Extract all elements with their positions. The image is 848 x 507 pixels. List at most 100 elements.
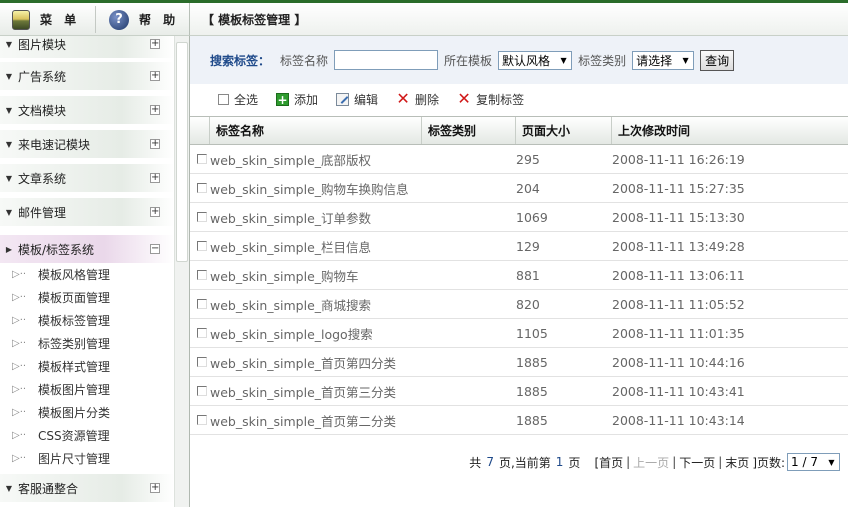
tag-name-cell[interactable]: web_skin_simple_首页第四分类 — [210, 353, 422, 372]
table-row[interactable]: web_skin_simple_栏目信息 129 2008-11-11 13:49:… — [190, 232, 848, 261]
page-size-cell: 204 — [516, 180, 540, 196]
col-tag-category[interactable]: 标签类别 — [422, 117, 516, 144]
expand-icon[interactable]: + — [150, 483, 160, 493]
sidebar-group-call-notes[interactable]: ▼ 来电速记模块 + — [0, 130, 174, 158]
row-checkbox-cell — [190, 386, 210, 396]
sidebar-item-image-sizes[interactable]: ▷·· 图片尺寸管理 — [0, 447, 174, 470]
tag-name-cell[interactable]: web_skin_simple_栏目信息 — [210, 237, 422, 256]
pagination: 共 7 页,当前第 1 页 [首页 | 上一页 | 下一页 | 末页 ]页数: … — [190, 448, 848, 476]
sidebar-group-documents[interactable]: ▼ 文档模块 + — [0, 96, 174, 124]
col-page-size[interactable]: 页面大小 — [516, 117, 612, 144]
template-select[interactable]: 默认风格 ▼ — [498, 50, 573, 70]
sidebar-group-customer-service[interactable]: ▼ 客服通整合 + — [0, 474, 174, 502]
category-select[interactable]: 请选择 ▼ — [632, 50, 695, 70]
checkbox[interactable] — [218, 93, 229, 105]
tag-name-cell[interactable]: web_skin_simple_logo搜索 — [210, 324, 422, 343]
sidebar-item-image-categories[interactable]: ▷·· 模板图片分类 — [0, 401, 174, 424]
row-checkbox[interactable] — [197, 357, 207, 367]
page-size-cell: 1885 — [516, 354, 548, 370]
scrollbar-thumb[interactable] — [176, 42, 188, 262]
add-icon: + — [276, 92, 290, 107]
sidebar-item-template-css[interactable]: ▷·· 模板样式管理 — [0, 355, 174, 378]
modified-time-cell: 2008-11-11 16:26:19 — [612, 151, 745, 167]
help-button[interactable]: ? 帮 助 — [109, 3, 179, 36]
page-select[interactable]: 1 / 7 ▼ — [787, 453, 840, 471]
table-row[interactable]: web_skin_simple_商城搜索 820 2008-11-11 11:05:… — [190, 290, 848, 319]
chevron-down-icon: ▼ — [5, 173, 13, 183]
row-checkbox-cell — [190, 299, 210, 309]
edit-button[interactable]: 编辑 — [336, 91, 378, 108]
table-row[interactable]: web_skin_simple_订单参数 1069 2008-11-11 15:13… — [190, 203, 848, 232]
row-checkbox[interactable] — [197, 328, 207, 338]
col-tag-name[interactable]: 标签名称 — [210, 117, 422, 144]
expand-icon[interactable]: + — [150, 173, 160, 183]
page-size-cell: 1069 — [516, 209, 548, 225]
copy-tag-button[interactable]: ✕ 复制标签 — [457, 91, 524, 108]
table-row[interactable]: web_skin_simple_首页第二分类 1885 2008-11-11 10:… — [190, 406, 848, 435]
total-pages: 7 — [486, 455, 494, 469]
row-checkbox[interactable] — [197, 154, 207, 164]
menu-button[interactable]: 菜 单 — [12, 3, 80, 36]
table-row[interactable]: web_skin_simple_底部版权 295 2008-11-11 16:26:… — [190, 145, 848, 174]
dropdown-arrow-icon: ▼ — [682, 55, 689, 65]
row-checkbox[interactable] — [197, 183, 207, 193]
sidebar-item-template-images[interactable]: ▷·· 模板图片管理 — [0, 378, 174, 401]
expand-icon[interactable]: + — [150, 71, 160, 81]
row-checkbox[interactable] — [197, 415, 207, 425]
query-button[interactable]: 查询 — [700, 49, 735, 71]
modified-time-cell: 2008-11-11 13:49:28 — [612, 238, 745, 254]
col-modified-time[interactable]: 上次修改时间 — [612, 117, 848, 144]
table-row[interactable]: web_skin_simple_首页第三分类 1885 2008-11-11 10:… — [190, 377, 848, 406]
tag-name-input[interactable] — [334, 50, 439, 70]
tag-name-cell[interactable]: web_skin_simple_商城搜索 — [210, 295, 422, 314]
row-checkbox-cell — [190, 328, 210, 338]
sidebar-item-tag-categories[interactable]: ▷·· 标签类别管理 — [0, 332, 174, 355]
sidebar-group-images[interactable]: ▼ 图片模块 + — [0, 36, 174, 58]
row-checkbox-cell — [190, 183, 210, 193]
sidebar-group-articles[interactable]: ▼ 文章系统 + — [0, 164, 174, 192]
page-select-label: ]页数: — [752, 455, 786, 470]
table-row[interactable]: web_skin_simple_首页第四分类 1885 2008-11-11 10:… — [190, 348, 848, 377]
row-checkbox[interactable] — [197, 241, 207, 251]
modified-time-cell: 2008-11-11 15:27:35 — [612, 180, 745, 196]
expand-icon[interactable]: + — [150, 207, 160, 217]
tag-name-cell[interactable]: web_skin_simple_首页第三分类 — [210, 382, 422, 401]
expand-icon[interactable]: + — [150, 139, 160, 149]
next-page-link[interactable]: 下一页 — [679, 454, 715, 471]
tree-branch-icon: ▷·· — [12, 453, 27, 464]
tree-branch-icon: ▷·· — [12, 384, 27, 395]
add-button[interactable]: + 添加 — [276, 91, 318, 108]
sidebar-item-css-resources[interactable]: ▷·· CSS资源管理 — [0, 424, 174, 447]
sidebar-group-ads[interactable]: ▼ 广告系统 + — [0, 62, 174, 90]
page-size-cell: 881 — [516, 267, 540, 283]
delete-button[interactable]: ✕ 删除 — [396, 91, 439, 108]
sidebar-group-mail[interactable]: ▼ 邮件管理 + — [0, 198, 174, 226]
collapse-icon[interactable]: − — [150, 244, 160, 254]
tag-name-cell[interactable]: web_skin_simple_购物车换购信息 — [210, 179, 422, 198]
sidebar-item-template-pages[interactable]: ▷·· 模板页面管理 — [0, 286, 174, 309]
table-row[interactable]: web_skin_simple_logo搜索 1105 2008-11-11 11:… — [190, 319, 848, 348]
select-all-button[interactable]: 全选 — [218, 91, 258, 108]
sidebar-group-templates[interactable]: ▶ 模板/标签系统 − — [0, 235, 174, 263]
sidebar-item-template-styles[interactable]: ▷·· 模板风格管理 — [0, 263, 174, 286]
tag-name-cell[interactable]: web_skin_simple_订单参数 — [210, 208, 422, 227]
row-checkbox[interactable] — [197, 212, 207, 222]
expand-icon[interactable]: + — [150, 39, 160, 49]
row-checkbox[interactable] — [197, 386, 207, 396]
table-body: web_skin_simple_底部版权 295 2008-11-11 16:26:… — [190, 145, 848, 435]
last-page-link[interactable]: 末页 — [725, 454, 749, 471]
row-checkbox-cell — [190, 415, 210, 425]
row-checkbox[interactable] — [197, 299, 207, 309]
tag-name-cell[interactable]: web_skin_simple_底部版权 — [210, 150, 422, 169]
first-page-link[interactable]: [首页 — [594, 454, 623, 471]
page-size-cell: 295 — [516, 151, 540, 167]
table-row[interactable]: web_skin_simple_购物车 881 2008-11-11 13:06:1… — [190, 261, 848, 290]
row-checkbox[interactable] — [197, 270, 207, 280]
sidebar-item-template-tags[interactable]: ▷·· 模板标签管理 — [0, 309, 174, 332]
sidebar-scrollbar[interactable] — [174, 36, 189, 507]
tree-branch-icon: ▷·· — [12, 338, 27, 349]
tag-name-cell[interactable]: web_skin_simple_首页第二分类 — [210, 411, 422, 430]
table-row[interactable]: web_skin_simple_购物车换购信息 204 2008-11-11 15:… — [190, 174, 848, 203]
expand-icon[interactable]: + — [150, 105, 160, 115]
tag-name-cell[interactable]: web_skin_simple_购物车 — [210, 266, 422, 285]
